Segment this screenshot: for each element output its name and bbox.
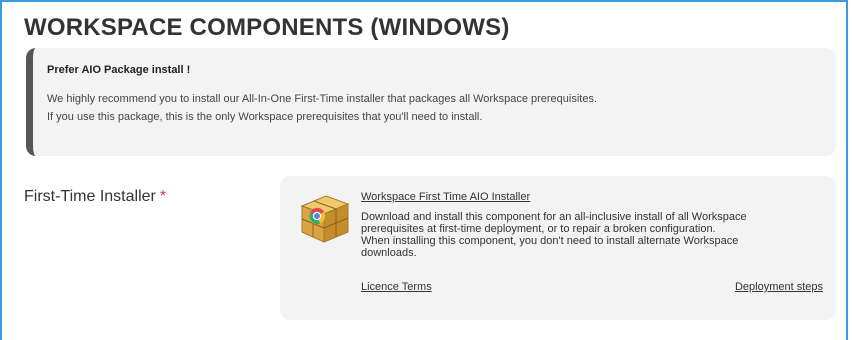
notice-line: We highly recommend you to install our A…: [47, 93, 598, 105]
aio-installer-link[interactable]: Workspace First Time AIO Installer: [361, 191, 530, 203]
licence-terms-link[interactable]: Licence Terms: [361, 281, 432, 293]
package-box-icon: [300, 195, 350, 243]
component-card: Workspace First Time AIO Installer Downl…: [280, 176, 836, 320]
notice-title: Prefer AIO Package install !: [47, 64, 191, 76]
first-time-installer-label: First-Time Installer *: [24, 188, 166, 206]
field-label-text: First-Time Installer: [24, 188, 156, 205]
aio-recommendation-notice: Prefer AIO Package install ! We highly r…: [26, 48, 836, 156]
description-line: Download and install this component for …: [361, 211, 747, 223]
required-asterisk: *: [159, 188, 167, 205]
deployment-steps-link[interactable]: Deployment steps: [735, 281, 823, 293]
description-line: When installing this component, you don'…: [361, 235, 739, 247]
component-description: Download and install this component for …: [361, 211, 821, 259]
page-title: WORKSPACE COMPONENTS (WINDOWS): [24, 14, 510, 41]
description-line: prerequisites at first-time deployment, …: [361, 223, 716, 235]
notice-line: If you use this package, this is the onl…: [47, 111, 483, 123]
description-line: downloads.: [361, 247, 417, 259]
